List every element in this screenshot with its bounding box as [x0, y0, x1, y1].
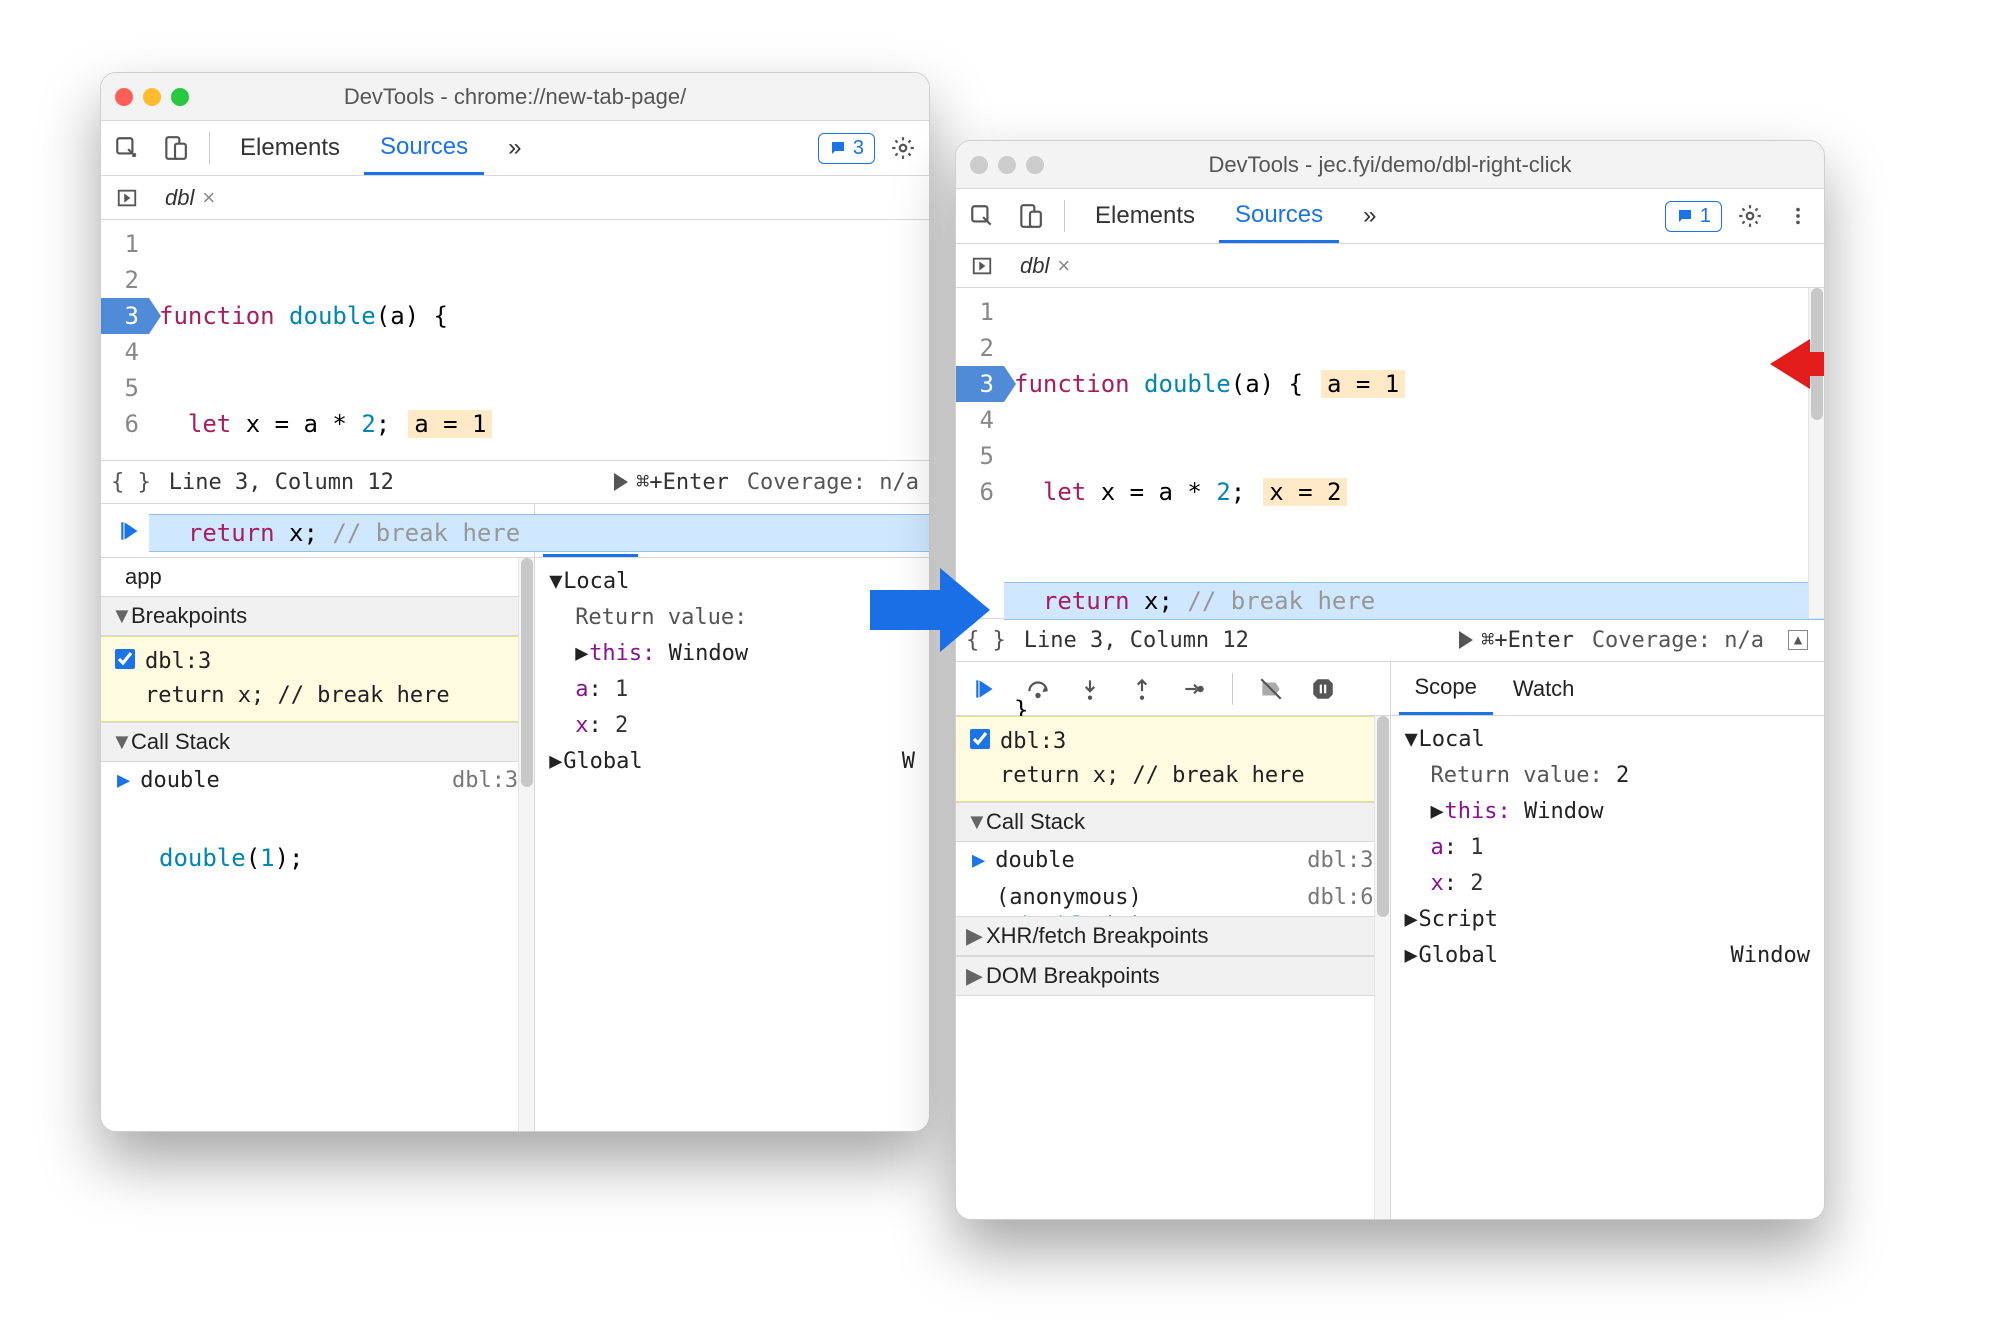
file-tab-dbl[interactable]: dbl ×: [1008, 249, 1082, 283]
navigator-toggle-icon[interactable]: [962, 246, 1002, 286]
gear-icon[interactable]: [1730, 196, 1770, 236]
close-icon[interactable]: [970, 156, 988, 174]
annotation-red-arrow-icon: [1654, 298, 1754, 358]
maximize-icon[interactable]: [1026, 156, 1044, 174]
code-editor[interactable]: 1 2 3 4 5 6 function double(a) {a = 1 le…: [956, 288, 1824, 618]
tab-sources[interactable]: Sources: [364, 121, 484, 175]
titlebar: DevTools - jec.fyi/demo/dbl-right-click: [956, 141, 1824, 189]
list-item[interactable]: app: [101, 558, 534, 596]
device-toolbar-icon[interactable]: [155, 128, 195, 168]
annotation-blue-arrow-icon: [870, 560, 990, 660]
minimize-icon[interactable]: [143, 88, 161, 106]
call-stack-frame[interactable]: ▶ double dbl:3: [956, 842, 1390, 879]
inline-value: a = 1: [408, 410, 492, 438]
inline-value: x = 2: [1263, 478, 1347, 506]
scrollbar[interactable]: [1374, 716, 1390, 1219]
current-frame-icon: ▶: [972, 848, 985, 873]
breakpoint-checkbox[interactable]: [970, 729, 990, 749]
current-frame-icon: ▶: [117, 768, 130, 793]
scrollbar[interactable]: [518, 558, 534, 1131]
resume-icon[interactable]: [111, 511, 151, 551]
minimize-icon[interactable]: [998, 156, 1016, 174]
call-stack-frame[interactable]: (anonymous) dbl:6: [956, 879, 1390, 916]
tab-elements[interactable]: Elements: [224, 121, 356, 175]
tab-sources[interactable]: Sources: [1219, 189, 1339, 243]
debugger-left-panel: dbl:3 return x; // break here ▼Call Stac…: [956, 662, 1391, 1219]
line-gutter: 1 2 3 4 5 6: [101, 220, 149, 460]
breakpoints-header[interactable]: ▼Breakpoints: [101, 596, 534, 636]
tab-overflow[interactable]: »: [492, 121, 537, 175]
window-title: DevTools - chrome://new-tab-page/: [215, 84, 815, 110]
dom-breakpoints-header[interactable]: ▶DOM Breakpoints: [956, 956, 1390, 996]
window-title: DevTools - jec.fyi/demo/dbl-right-click: [1070, 152, 1710, 178]
issues-count: 1: [1700, 205, 1711, 228]
inspect-icon[interactable]: [107, 128, 147, 168]
xhr-breakpoints-header[interactable]: ▶XHR/fetch Breakpoints: [956, 916, 1390, 956]
breakpoint-item[interactable]: dbl:3 return x; // break here: [101, 636, 534, 722]
breakpoint-checkbox[interactable]: [115, 649, 135, 669]
format-icon[interactable]: { }: [111, 470, 151, 495]
close-icon[interactable]: [115, 88, 133, 106]
call-stack-frame[interactable]: ▶ double dbl:3: [101, 762, 534, 799]
gear-icon[interactable]: [883, 128, 923, 168]
debugger-left-panel: app ▼Breakpoints dbl:3 return x; // brea…: [101, 504, 535, 1131]
tab-elements[interactable]: Elements: [1079, 189, 1211, 243]
file-tab-label: dbl: [1020, 253, 1049, 279]
call-stack-header[interactable]: ▼Call Stack: [956, 802, 1390, 842]
inspect-icon[interactable]: [962, 196, 1002, 236]
close-icon[interactable]: ×: [202, 185, 215, 211]
resume-icon[interactable]: [966, 669, 1006, 709]
window-controls: [115, 88, 215, 106]
window-controls: [970, 156, 1070, 174]
inline-value: a = 1: [1321, 370, 1405, 398]
devtools-window-left: DevTools - chrome://new-tab-page/ Elemen…: [100, 72, 930, 1132]
file-tabs: dbl ×: [956, 244, 1824, 288]
code-lines: function double(a) {a = 1 let x = a * 2;…: [1004, 288, 1824, 618]
code-editor[interactable]: 1 2 3 4 5 6 function double(a) { let x =…: [101, 220, 929, 460]
more-icon[interactable]: [1778, 196, 1818, 236]
issues-badge[interactable]: 1: [1665, 201, 1722, 232]
file-tab-dbl[interactable]: dbl ×: [153, 181, 227, 215]
devtools-window-right: DevTools - jec.fyi/demo/dbl-right-click …: [955, 140, 1825, 1220]
issues-badge[interactable]: 3: [818, 133, 875, 164]
device-toolbar-icon[interactable]: [1010, 196, 1050, 236]
titlebar: DevTools - chrome://new-tab-page/: [101, 73, 929, 121]
file-tab-label: dbl: [165, 185, 194, 211]
code-lines: function double(a) { let x = a * 2;a = 1…: [149, 220, 929, 460]
issues-count: 3: [853, 137, 864, 160]
file-tabs: dbl ×: [101, 176, 929, 220]
navigator-toggle-icon[interactable]: [107, 178, 147, 218]
maximize-icon[interactable]: [171, 88, 189, 106]
call-stack-header[interactable]: ▼Call Stack: [101, 722, 534, 762]
tab-overflow[interactable]: »: [1347, 189, 1392, 243]
devtools-tabs: Elements Sources » 1: [956, 189, 1824, 244]
breakpoint-item[interactable]: dbl:3 return x; // break here: [956, 716, 1390, 802]
close-icon[interactable]: ×: [1057, 253, 1070, 279]
devtools-tabs: Elements Sources » 3: [101, 121, 929, 176]
